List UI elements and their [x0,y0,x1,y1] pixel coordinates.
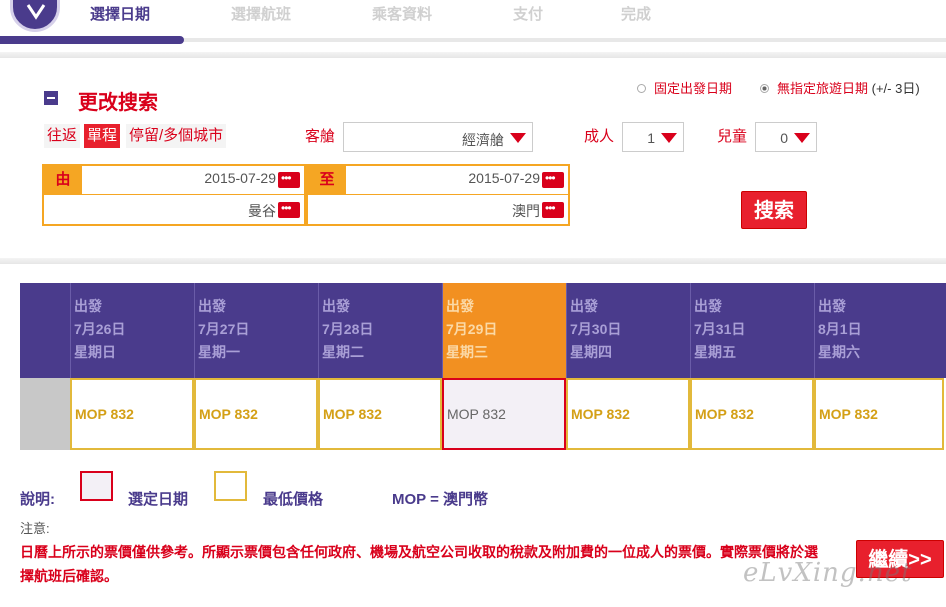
dropdown-arrow-icon [791,127,813,147]
legend-selected-swatch [80,471,113,501]
return-date-field[interactable]: 2015-07-29 [468,170,540,186]
legend-label: 說明: [20,491,55,508]
calendar-day-header[interactable]: 出發 7月30日 星期四 [566,283,690,378]
logo-emblem-icon [26,4,46,20]
search-title: 更改搜索 [78,92,158,114]
radio-dot-icon [637,84,646,93]
booking-progress: 選擇日期 選擇航班 乘客資料 支付 完成 [0,0,946,50]
calendar-icon[interactable] [542,171,564,188]
search-panel: 更改搜索 固定出發日期 無指定旅遊日期 (+/- 3日) 往返 單程 停留/多個… [0,60,946,260]
cabin-select[interactable]: 經濟艙 [343,122,533,152]
calendar-day-header[interactable]: 出發 7月31日 星期五 [690,283,814,378]
section-divider [0,258,946,264]
site-watermark: eLvXing.net [743,558,913,588]
step-payment: 支付 [513,6,544,23]
calendar-day-header-selected[interactable]: 出發 7月29日 星期三 [442,283,566,378]
destination-divider [308,194,568,195]
fare-calendar: 出發 7月26日 星期日 出發 7月27日 星期一 出發 7月28日 星期二 出發 7月29日… [20,283,946,450]
fare-cell[interactable]: MOP 832 [814,378,944,450]
step-complete: 完成 [621,6,652,23]
origin-box: 由 2015-07-29 曼谷 [42,164,306,226]
section-divider [0,52,946,58]
adults-label: 成人 [584,128,615,145]
step-select-date: 選擇日期 [90,6,151,23]
tab-one-way[interactable]: 單程 [84,124,121,148]
tab-multi-city[interactable]: 停留/多個城市 [126,124,227,148]
dropdown-arrow-icon [507,127,529,147]
cabin-label: 客艙 [305,128,336,145]
radio-dot-selected-icon [760,84,769,93]
radio-fixed-date[interactable]: 固定出發日期 [637,78,732,97]
legend-lowest-swatch [214,471,247,501]
departure-date-field[interactable]: 2015-07-29 [204,170,276,186]
destination-tag: 至 [308,166,346,194]
fare-cell[interactable]: MOP 832 [194,378,318,450]
city-picker-icon[interactable] [542,201,564,218]
destination-box: 至 2015-07-29 澳門 [306,164,570,226]
fare-cell[interactable]: MOP 832 [690,378,814,450]
calendar-header-corner [20,283,70,378]
cabin-value: 經濟艙 [462,132,504,148]
destination-city-field[interactable]: 澳門 [512,201,540,221]
calendar-day-header[interactable]: 出發 7月27日 星期一 [194,283,318,378]
radio-flexible-date[interactable]: 無指定旅遊日期 (+/- 3日) [760,78,920,97]
airline-logo [10,0,60,32]
search-button[interactable]: 搜索 [741,191,807,229]
children-select[interactable]: 0 [755,122,817,152]
notice-label: 注意: [20,521,50,536]
origin-city-field[interactable]: 曼谷 [248,201,276,221]
step-select-flight: 選擇航班 [231,6,292,23]
origin-divider [44,194,304,195]
origin-tag: 由 [44,166,82,194]
tab-round-trip[interactable]: 往返 [44,124,81,148]
fare-disclaimer: 日曆上所示的票價僅供參考。所顯示票價包含任何政府、機場及航空公司收取的稅款及附加… [20,544,818,584]
calendar-day-header[interactable]: 出發 7月28日 星期二 [318,283,442,378]
calendar-day-header[interactable]: 出發 8月1日 星期六 [814,283,946,378]
legend-selected-text: 選定日期 [128,491,189,508]
children-value: 0 [780,130,788,146]
fare-cell[interactable]: MOP 832 [70,378,194,450]
fare-cell[interactable]: MOP 832 [318,378,442,450]
calendar-icon[interactable] [278,171,300,188]
fare-cell[interactable]: MOP 832 [566,378,690,450]
adults-select[interactable]: 1 [622,122,684,152]
fare-cell-selected[interactable]: MOP 832 [442,378,566,450]
dropdown-arrow-icon [658,127,680,147]
calendar-day-header[interactable]: 出發 7月26日 星期日 [70,283,194,378]
calendar-row-corner [20,378,70,450]
children-label: 兒童 [717,128,748,145]
adults-value: 1 [647,130,655,146]
city-picker-icon[interactable] [278,201,300,218]
flexible-range-note: (+/- 3日) [871,81,920,96]
legend-lowest-text: 最低價格 [263,491,324,508]
step-passenger-info: 乘客資料 [372,6,433,23]
collapse-icon[interactable] [44,91,58,105]
progress-fill [0,36,184,44]
currency-note: MOP = 澳門幣 [392,491,488,508]
